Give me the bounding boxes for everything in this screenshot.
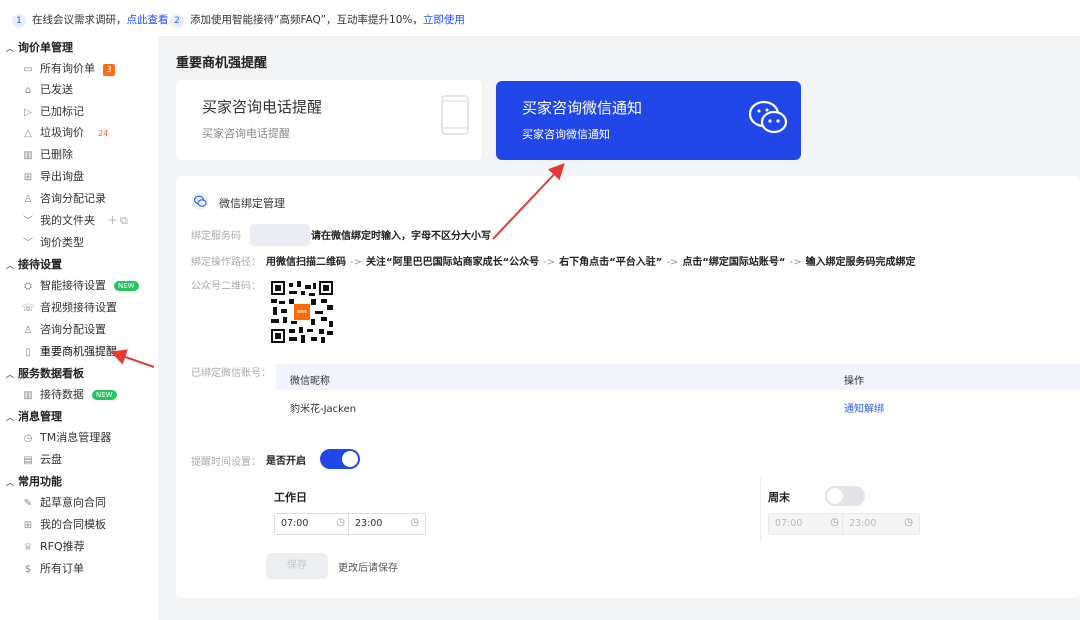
annotation-arrows xyxy=(110,163,565,368)
annotation-arrow-sidebar xyxy=(110,349,155,368)
annotation-arrow-top xyxy=(492,163,565,240)
